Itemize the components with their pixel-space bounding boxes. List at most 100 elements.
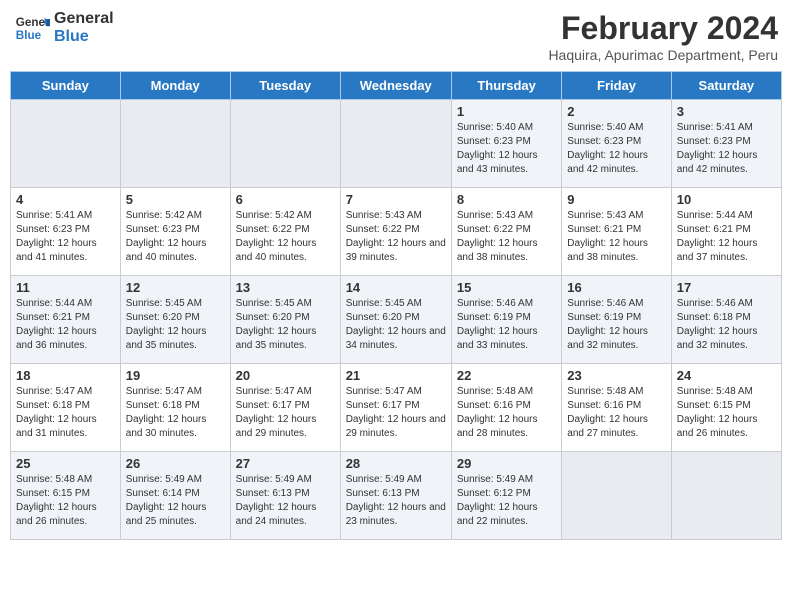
title-area: February 2024 Haquira, Apurimac Departme… xyxy=(548,10,778,63)
calendar-cell: 26 Sunrise: 5:49 AM Sunset: 6:14 PM Dayli… xyxy=(120,452,230,540)
calendar-table: SundayMondayTuesdayWednesdayThursdayFrid… xyxy=(10,71,782,540)
calendar-cell: 8Sunrise: 5:43 AM Sunset: 6:22 PM Daylig… xyxy=(451,188,561,276)
day-number: 19 xyxy=(126,368,225,383)
calendar-cell: 1 Sunrise: 5:40 AM Sunset: 6:23 PM Daylig… xyxy=(451,100,561,188)
day-header-monday: Monday xyxy=(120,72,230,100)
day-number: 24 xyxy=(677,368,776,383)
day-info: Sunrise: 5:43 AM Sunset: 6:21 PM Dayligh… xyxy=(567,209,665,265)
calendar-cell xyxy=(671,452,781,540)
logo: General Blue General Blue xyxy=(14,10,114,46)
day-number: 21 xyxy=(346,368,446,383)
header: General Blue General Blue February 2024 … xyxy=(10,10,782,63)
calendar-cell xyxy=(120,100,230,188)
calendar-week-5: 25Sunrise: 5:48 AM Sunset: 6:15 PM Dayli… xyxy=(11,452,782,540)
day-header-saturday: Saturday xyxy=(671,72,781,100)
day-number: 28 xyxy=(346,456,446,471)
calendar-header-row: SundayMondayTuesdayWednesdayThursdayFrid… xyxy=(11,72,782,100)
calendar-cell: 3 Sunrise: 5:41 AM Sunset: 6:23 PM Daylig… xyxy=(671,100,781,188)
day-info: Sunrise: 5:49 AM Sunset: 6:12 PM Dayligh… xyxy=(457,473,556,529)
calendar-cell xyxy=(11,100,121,188)
calendar-cell: 18 Sunrise: 5:47 AM Sunset: 6:18 PM Dayli… xyxy=(11,364,121,452)
day-number: 13 xyxy=(236,280,335,295)
day-header-thursday: Thursday xyxy=(451,72,561,100)
logo-general: General xyxy=(54,10,114,28)
calendar-cell: 9 Sunrise: 5:43 AM Sunset: 6:21 PM Daylig… xyxy=(562,188,671,276)
calendar-cell: 22Sunrise: 5:48 AM Sunset: 6:16 PM Dayli… xyxy=(451,364,561,452)
calendar-cell: 2 Sunrise: 5:40 AM Sunset: 6:23 PM Daylig… xyxy=(562,100,671,188)
calendar-cell: 19 Sunrise: 5:47 AM Sunset: 6:18 PM Dayli… xyxy=(120,364,230,452)
calendar-cell: 28 Sunrise: 5:49 AM Sunset: 6:13 PM Dayli… xyxy=(340,452,451,540)
calendar-cell: 25Sunrise: 5:48 AM Sunset: 6:15 PM Dayli… xyxy=(11,452,121,540)
day-info: Sunrise: 5:40 AM Sunset: 6:23 PM Dayligh… xyxy=(457,121,556,177)
day-number: 6 xyxy=(236,192,335,207)
day-number: 1 xyxy=(457,104,556,119)
day-number: 5 xyxy=(126,192,225,207)
calendar-cell: 20 Sunrise: 5:47 AM Sunset: 6:17 PM Dayli… xyxy=(230,364,340,452)
day-info: Sunrise: 5:47 AM Sunset: 6:17 PM Dayligh… xyxy=(236,385,335,441)
day-info: Sunrise: 5:44 AM Sunset: 6:21 PM Dayligh… xyxy=(16,297,115,353)
day-number: 9 xyxy=(567,192,665,207)
day-number: 15 xyxy=(457,280,556,295)
day-number: 3 xyxy=(677,104,776,119)
day-number: 20 xyxy=(236,368,335,383)
calendar-cell xyxy=(230,100,340,188)
logo-icon: General Blue xyxy=(14,10,50,46)
day-info: Sunrise: 5:42 AM Sunset: 6:22 PM Dayligh… xyxy=(236,209,335,265)
day-info: Sunrise: 5:45 AM Sunset: 6:20 PM Dayligh… xyxy=(236,297,335,353)
day-info: Sunrise: 5:49 AM Sunset: 6:13 PM Dayligh… xyxy=(346,473,446,529)
day-number: 16 xyxy=(567,280,665,295)
calendar-cell: 5Sunrise: 5:42 AM Sunset: 6:23 PM Daylig… xyxy=(120,188,230,276)
day-number: 12 xyxy=(126,280,225,295)
day-number: 2 xyxy=(567,104,665,119)
day-header-sunday: Sunday xyxy=(11,72,121,100)
calendar-cell: 16Sunrise: 5:46 AM Sunset: 6:19 PM Dayli… xyxy=(562,276,671,364)
day-info: Sunrise: 5:40 AM Sunset: 6:23 PM Dayligh… xyxy=(567,121,665,177)
day-number: 26 xyxy=(126,456,225,471)
calendar-cell: 14 Sunrise: 5:45 AM Sunset: 6:20 PM Dayli… xyxy=(340,276,451,364)
calendar-cell: 17 Sunrise: 5:46 AM Sunset: 6:18 PM Dayli… xyxy=(671,276,781,364)
day-info: Sunrise: 5:45 AM Sunset: 6:20 PM Dayligh… xyxy=(346,297,446,353)
day-number: 23 xyxy=(567,368,665,383)
day-number: 29 xyxy=(457,456,556,471)
day-info: Sunrise: 5:47 AM Sunset: 6:18 PM Dayligh… xyxy=(126,385,225,441)
day-number: 25 xyxy=(16,456,115,471)
day-info: Sunrise: 5:41 AM Sunset: 6:23 PM Dayligh… xyxy=(16,209,115,265)
calendar-cell: 29 Sunrise: 5:49 AM Sunset: 6:12 PM Dayli… xyxy=(451,452,561,540)
day-number: 22 xyxy=(457,368,556,383)
day-number: 11 xyxy=(16,280,115,295)
calendar-week-3: 11 Sunrise: 5:44 AM Sunset: 6:21 PM Dayli… xyxy=(11,276,782,364)
calendar-title: February 2024 xyxy=(548,10,778,47)
calendar-cell xyxy=(562,452,671,540)
day-header-tuesday: Tuesday xyxy=(230,72,340,100)
logo-blue: Blue xyxy=(54,28,114,46)
calendar-week-1: 1 Sunrise: 5:40 AM Sunset: 6:23 PM Daylig… xyxy=(11,100,782,188)
day-info: Sunrise: 5:46 AM Sunset: 6:19 PM Dayligh… xyxy=(457,297,556,353)
day-info: Sunrise: 5:46 AM Sunset: 6:18 PM Dayligh… xyxy=(677,297,776,353)
calendar-week-2: 4Sunrise: 5:41 AM Sunset: 6:23 PM Daylig… xyxy=(11,188,782,276)
day-info: Sunrise: 5:49 AM Sunset: 6:13 PM Dayligh… xyxy=(236,473,335,529)
calendar-cell: 6 Sunrise: 5:42 AM Sunset: 6:22 PM Daylig… xyxy=(230,188,340,276)
svg-text:Blue: Blue xyxy=(16,29,42,42)
calendar-cell: 13 Sunrise: 5:45 AM Sunset: 6:20 PM Dayli… xyxy=(230,276,340,364)
calendar-cell: 12Sunrise: 5:45 AM Sunset: 6:20 PM Dayli… xyxy=(120,276,230,364)
day-info: Sunrise: 5:43 AM Sunset: 6:22 PM Dayligh… xyxy=(457,209,556,265)
day-info: Sunrise: 5:41 AM Sunset: 6:23 PM Dayligh… xyxy=(677,121,776,177)
day-info: Sunrise: 5:43 AM Sunset: 6:22 PM Dayligh… xyxy=(346,209,446,265)
day-number: 18 xyxy=(16,368,115,383)
day-info: Sunrise: 5:48 AM Sunset: 6:15 PM Dayligh… xyxy=(677,385,776,441)
day-number: 14 xyxy=(346,280,446,295)
calendar-cell: 24 Sunrise: 5:48 AM Sunset: 6:15 PM Dayli… xyxy=(671,364,781,452)
day-number: 7 xyxy=(346,192,446,207)
day-number: 27 xyxy=(236,456,335,471)
calendar-cell: 7 Sunrise: 5:43 AM Sunset: 6:22 PM Daylig… xyxy=(340,188,451,276)
calendar-body: 1 Sunrise: 5:40 AM Sunset: 6:23 PM Daylig… xyxy=(11,100,782,540)
calendar-cell: 11 Sunrise: 5:44 AM Sunset: 6:21 PM Dayli… xyxy=(11,276,121,364)
day-info: Sunrise: 5:47 AM Sunset: 6:18 PM Dayligh… xyxy=(16,385,115,441)
day-info: Sunrise: 5:49 AM Sunset: 6:14 PM Dayligh… xyxy=(126,473,225,529)
day-info: Sunrise: 5:44 AM Sunset: 6:21 PM Dayligh… xyxy=(677,209,776,265)
day-header-wednesday: Wednesday xyxy=(340,72,451,100)
calendar-cell: 15 Sunrise: 5:46 AM Sunset: 6:19 PM Dayli… xyxy=(451,276,561,364)
calendar-cell: 10Sunrise: 5:44 AM Sunset: 6:21 PM Dayli… xyxy=(671,188,781,276)
calendar-subtitle: Haquira, Apurimac Department, Peru xyxy=(548,47,778,63)
day-number: 17 xyxy=(677,280,776,295)
